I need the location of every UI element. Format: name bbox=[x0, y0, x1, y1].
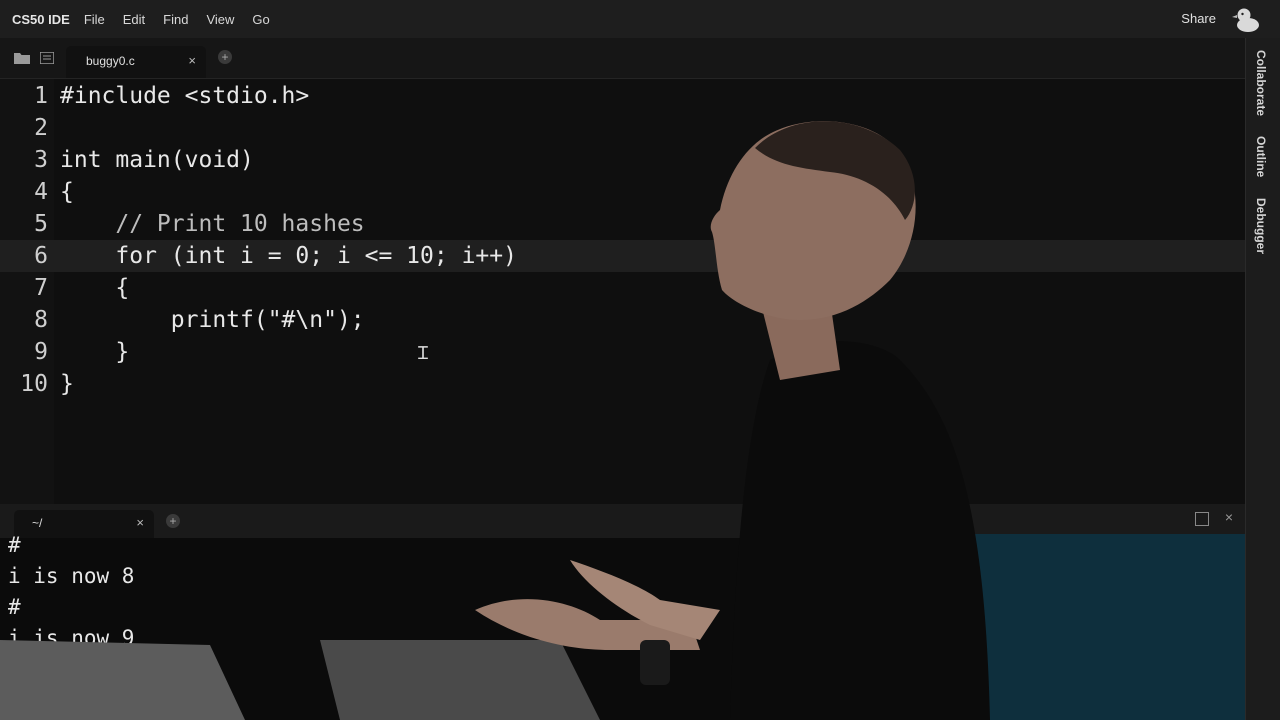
code-text: for (int i = 0; i <= 10; i++) bbox=[60, 243, 517, 269]
tab-terminal[interactable]: ~/ × bbox=[14, 510, 154, 538]
code-line[interactable]: 2 bbox=[0, 112, 1245, 144]
code-line[interactable]: 3 int main(void) bbox=[0, 144, 1245, 176]
code-text: #include <stdio.h> bbox=[60, 83, 310, 109]
terminal-line: i is now 9 bbox=[8, 626, 135, 650]
code-line[interactable]: 9 } bbox=[0, 336, 1245, 368]
code-line[interactable]: 7 { bbox=[0, 272, 1245, 304]
code-line[interactable]: 1 #include <stdio.h> bbox=[0, 80, 1245, 112]
line-number: 10 bbox=[20, 371, 48, 397]
text-cursor-icon: Ɪ bbox=[418, 343, 429, 364]
code-text: { bbox=[60, 179, 74, 205]
tab-debugger[interactable]: Debugger bbox=[1254, 198, 1268, 254]
code-text: int main(void) bbox=[60, 147, 254, 173]
line-number: 5 bbox=[34, 211, 48, 237]
maximize-icon[interactable] bbox=[1195, 512, 1209, 526]
menu-edit[interactable]: Edit bbox=[123, 12, 145, 27]
code-line[interactable]: 5 // Print 10 hashes bbox=[0, 208, 1245, 240]
line-number: 3 bbox=[34, 147, 48, 173]
folder-icon[interactable] bbox=[14, 52, 30, 64]
line-number: 6 bbox=[34, 243, 48, 269]
close-panel-icon[interactable]: × bbox=[1225, 509, 1233, 525]
code-text: } bbox=[60, 371, 74, 397]
line-number: 1 bbox=[34, 83, 48, 109]
line-number: 9 bbox=[34, 339, 48, 365]
code-text: printf("#\n"); bbox=[60, 307, 365, 333]
close-tab-icon[interactable]: × bbox=[136, 515, 144, 530]
code-text: } bbox=[60, 339, 130, 365]
terminal-tab-label: ~/ bbox=[32, 516, 43, 530]
menu-file[interactable]: File bbox=[84, 12, 105, 27]
line-number: 4 bbox=[34, 179, 48, 205]
add-terminal-button[interactable]: + bbox=[166, 514, 180, 528]
code-text: { bbox=[60, 275, 130, 301]
terminal[interactable]: # i is now 8 # i is now 9 bbox=[0, 533, 1245, 720]
add-tab-button[interactable]: + bbox=[218, 50, 232, 64]
line-number: 2 bbox=[34, 115, 48, 141]
share-button[interactable]: Share bbox=[1181, 11, 1216, 26]
close-tab-icon[interactable]: × bbox=[188, 53, 196, 68]
file-list-icon[interactable] bbox=[40, 52, 54, 64]
menu-find[interactable]: Find bbox=[163, 12, 188, 27]
code-line[interactable]: 4 { bbox=[0, 176, 1245, 208]
code-editor[interactable]: 1 #include <stdio.h> 2 3 int main(void) … bbox=[0, 79, 1245, 504]
tab-outline[interactable]: Outline bbox=[1254, 136, 1268, 177]
side-panel: Collaborate Outline Debugger bbox=[1245, 38, 1280, 720]
line-number: 7 bbox=[34, 275, 48, 301]
menu-bar: CS50 IDE File Edit Find View Go Share bbox=[0, 0, 1280, 38]
terminal-line: # bbox=[8, 533, 21, 557]
terminal-line: i is now 8 bbox=[8, 564, 135, 588]
app-title: CS50 IDE bbox=[12, 11, 70, 27]
line-number: 8 bbox=[34, 307, 48, 333]
terminal-line: # bbox=[8, 595, 21, 619]
code-line-active[interactable]: 6 for (int i = 0; i <= 10; i++) bbox=[0, 240, 1245, 272]
tab-label: buggy0.c bbox=[86, 54, 135, 68]
terminal-tab-bar: ~/ × + × bbox=[0, 504, 1245, 538]
menu-view[interactable]: View bbox=[206, 12, 234, 27]
code-line[interactable]: 8 printf("#\n"); bbox=[0, 304, 1245, 336]
editor-tab-bar: buggy0.c × + bbox=[0, 38, 1245, 79]
duck-avatar-icon[interactable] bbox=[1232, 4, 1262, 34]
tab-collaborate[interactable]: Collaborate bbox=[1254, 50, 1268, 116]
code-line[interactable]: 10 } bbox=[0, 368, 1245, 400]
menu-go[interactable]: Go bbox=[252, 12, 269, 27]
code-comment: // Print 10 hashes bbox=[60, 211, 365, 237]
tab-buggy0-c[interactable]: buggy0.c × bbox=[66, 46, 206, 78]
